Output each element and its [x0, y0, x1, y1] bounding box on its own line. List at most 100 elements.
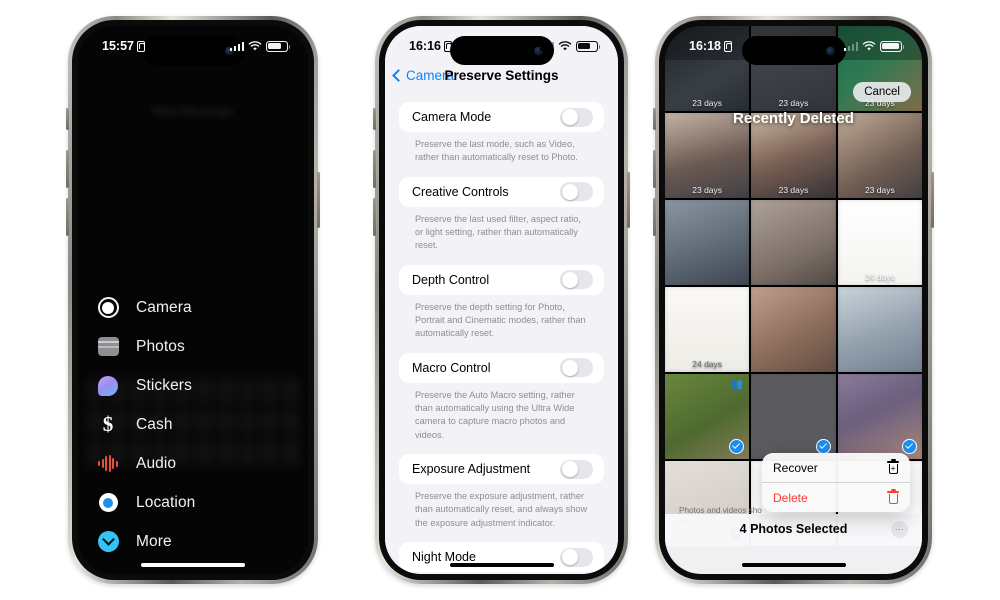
mute-switch[interactable] — [653, 108, 656, 130]
photo-days-left: 24 days — [864, 272, 895, 282]
selection-checkmark-icon[interactable] — [902, 439, 917, 454]
photo-cell-selected[interactable]: 👥 — [665, 374, 750, 459]
home-indicator[interactable] — [741, 563, 846, 567]
app-item-audio[interactable]: Audio — [96, 444, 298, 483]
app-item-camera[interactable]: Camera — [96, 288, 298, 327]
home-indicator[interactable] — [141, 563, 245, 567]
stickers-icon — [96, 374, 120, 398]
mute-switch[interactable] — [66, 108, 69, 130]
people-badge-icon: 👥 — [730, 379, 744, 390]
volume-up-button[interactable] — [373, 150, 376, 188]
phone-left-imessage: New Message 15:57 Camera Photos Stickers… — [66, 16, 320, 584]
photo-cell-selected[interactable] — [837, 374, 922, 459]
context-menu[interactable]: Recover Delete — [762, 453, 910, 512]
menu-item-recover[interactable]: Recover — [762, 453, 910, 482]
photo-cell-selected[interactable] — [751, 374, 836, 459]
power-button[interactable] — [627, 172, 630, 228]
cancel-button[interactable]: Cancel — [853, 82, 911, 102]
app-item-location[interactable]: Location — [96, 483, 298, 522]
back-button-label: Camera — [406, 67, 455, 83]
setting-label: Exposure Adjustment — [412, 462, 531, 477]
selection-checkmark-icon[interactable] — [815, 439, 831, 454]
mute-switch[interactable] — [373, 108, 376, 130]
phone-middle-settings: 16:16 Camera Preserve Settings Camera Mo… — [373, 16, 630, 584]
app-item-stickers[interactable]: Stickers — [96, 366, 298, 405]
setting-description: Preserve the last mode, such as Video, r… — [415, 139, 578, 163]
phone-right-screen: 23 days 23 days 23 days 23 days 23 days … — [665, 26, 922, 574]
photo-days-left: 23 days — [778, 185, 809, 195]
setting-description: Preserve the last used filter, aspect ra… — [415, 213, 581, 251]
menu-item-label: Delete — [773, 490, 808, 505]
toggle-night-mode[interactable] — [560, 547, 593, 567]
trash-icon — [887, 489, 899, 504]
setting-description: Preserve the Auto Macro setting, rather … — [415, 389, 575, 440]
toggle-camera-mode[interactable] — [560, 107, 593, 127]
selection-count-label: 4 Photos Selected — [739, 522, 848, 536]
setting-row-exposure-adjustment[interactable]: Exposure Adjustment — [399, 454, 604, 485]
setting-description: Preserve the exposure adjustment, rather… — [415, 491, 588, 528]
audio-waveform-icon — [96, 452, 120, 476]
setting-row-depth-control[interactable]: Depth Control — [399, 264, 604, 295]
phone-middle-screen: 16:16 Camera Preserve Settings Camera Mo… — [385, 26, 618, 574]
chevron-left-icon — [392, 68, 405, 82]
settings-group: Camera Mode Preserve the last mode, such… — [399, 102, 604, 574]
photo-cell[interactable] — [665, 200, 750, 285]
menu-item-label: Recover — [773, 460, 818, 475]
phone-right-photos: 23 days 23 days 23 days 23 days 23 days … — [653, 16, 934, 584]
photo-cell[interactable] — [837, 287, 922, 372]
app-item-cash[interactable]: $ Cash — [96, 405, 298, 444]
camera-icon — [96, 296, 120, 320]
phone-left-screen: New Message 15:57 Camera Photos Stickers… — [78, 26, 308, 574]
app-item-label: Audio — [136, 454, 177, 472]
volume-up-button[interactable] — [653, 150, 656, 188]
ellipsis-circle-icon[interactable]: ⋯ — [891, 521, 908, 538]
settings-list[interactable]: Camera Mode Preserve the last mode, such… — [385, 90, 618, 574]
blurred-conversation-title: New Message — [152, 104, 234, 118]
photo-cell[interactable]: 24 days — [837, 200, 922, 285]
power-button[interactable] — [317, 172, 320, 228]
app-item-label: More — [136, 532, 172, 550]
setting-description: Preserve the depth setting for Photo, Po… — [415, 301, 586, 339]
toggle-depth-control[interactable] — [560, 270, 593, 290]
phone-bezel: 23 days 23 days 23 days 23 days 23 days … — [659, 20, 928, 580]
trash-recover-icon — [887, 459, 899, 474]
photo-days-left: 23 days — [692, 98, 723, 108]
volume-down-button[interactable] — [373, 198, 376, 236]
photos-icon — [96, 335, 120, 359]
photo-days-left: 24 days — [692, 359, 723, 369]
photo-cell[interactable] — [751, 287, 836, 372]
photo-days-left: 23 days — [864, 185, 895, 195]
home-indicator[interactable] — [449, 563, 554, 567]
dynamic-island — [141, 36, 245, 65]
album-title: Recently Deleted — [733, 110, 854, 127]
toggle-exposure-adjustment[interactable] — [560, 459, 593, 479]
toggle-creative-controls[interactable] — [560, 182, 593, 202]
app-item-more[interactable]: More — [96, 522, 298, 561]
power-button[interactable] — [931, 172, 934, 228]
photo-cell[interactable] — [751, 200, 836, 285]
setting-label: Creative Controls — [412, 184, 509, 199]
setting-row-night-mode[interactable]: Night Mode — [399, 542, 604, 573]
volume-down-button[interactable] — [653, 198, 656, 236]
setting-label: Depth Control — [412, 272, 490, 287]
screenshot-canvas: New Message 15:57 Camera Photos Stickers… — [0, 0, 1000, 600]
app-item-label: Location — [136, 493, 196, 511]
setting-row-creative-controls[interactable]: Creative Controls — [399, 176, 604, 207]
setting-row-macro-control[interactable]: Macro Control — [399, 352, 604, 383]
menu-item-delete[interactable]: Delete — [762, 482, 910, 512]
setting-row-camera-mode[interactable]: Camera Mode — [399, 102, 604, 132]
photo-cell[interactable]: 24 days — [665, 287, 750, 372]
app-item-photos[interactable]: Photos — [96, 327, 298, 366]
volume-down-button[interactable] — [66, 198, 69, 236]
app-item-label: Photos — [136, 337, 185, 355]
photo-days-left: 23 days — [692, 185, 723, 195]
app-item-label: Cash — [136, 415, 173, 433]
dynamic-island — [449, 36, 554, 65]
location-icon — [96, 491, 120, 515]
app-item-label: Camera — [136, 298, 192, 316]
toggle-macro-control[interactable] — [560, 358, 593, 378]
apple-cash-icon: $ — [102, 412, 114, 436]
back-button[interactable]: Camera — [385, 68, 454, 83]
setting-description: Preserve the Night mode setting, rather … — [399, 572, 604, 574]
volume-up-button[interactable] — [66, 150, 69, 188]
